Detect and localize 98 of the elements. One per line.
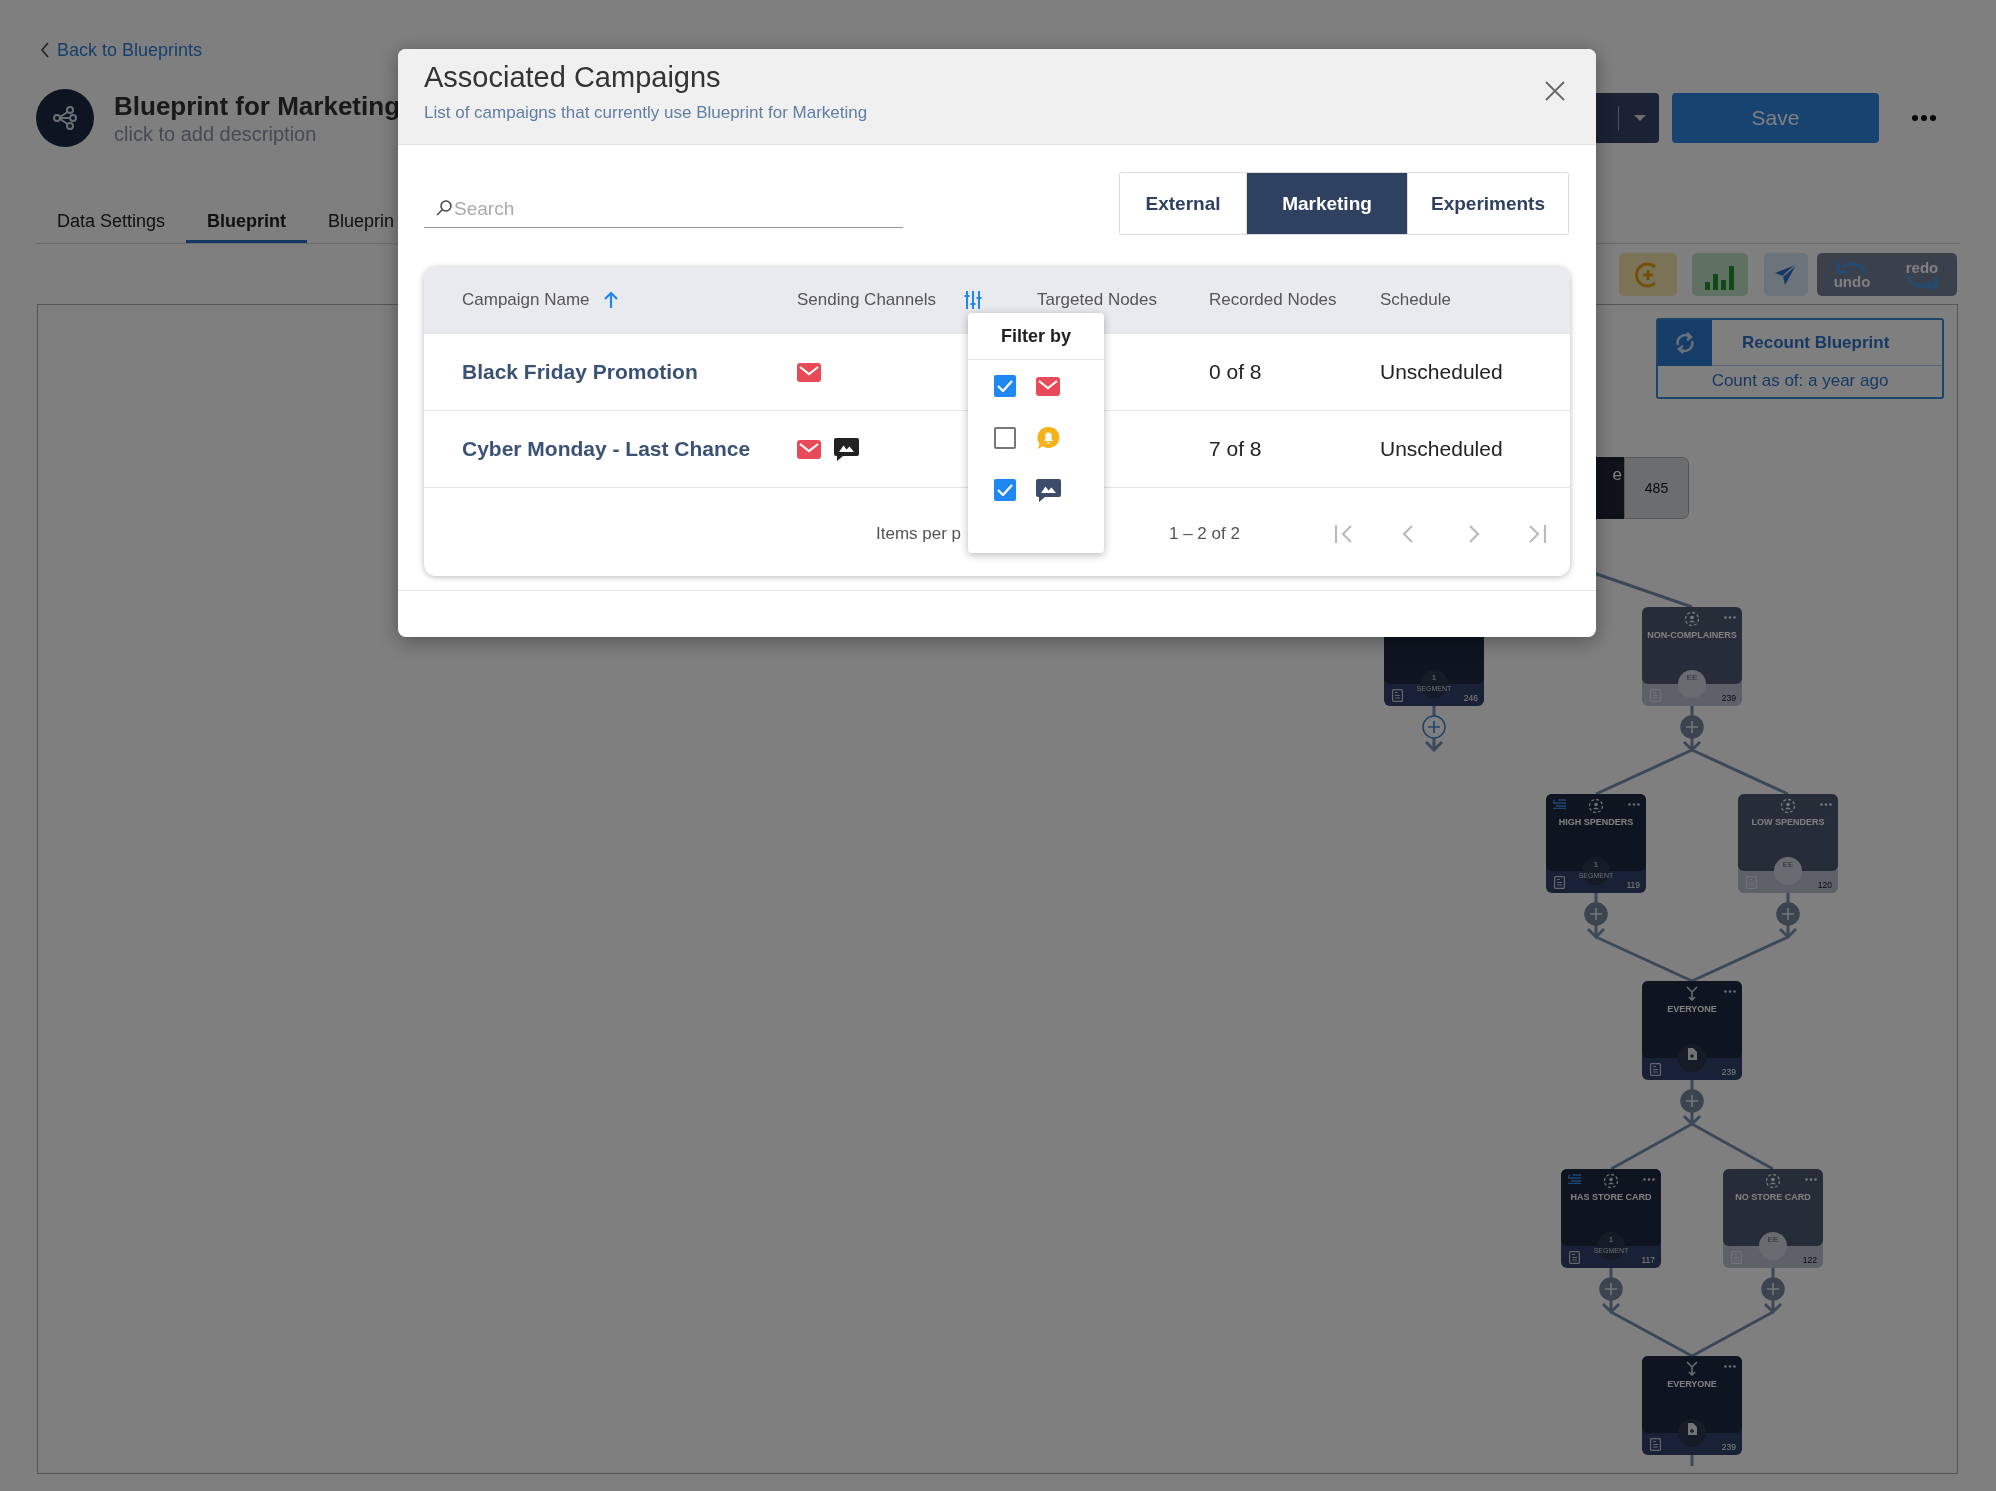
- checkbox[interactable]: [994, 479, 1016, 501]
- tab[interactable]: Data Settings: [36, 199, 187, 243]
- document-icon: [1650, 1438, 1661, 1451]
- chart-button[interactable]: [1692, 253, 1748, 296]
- filter-list-icon: [1568, 1174, 1581, 1184]
- image-message-icon: [1036, 478, 1061, 502]
- table-cell-text: Unscheduled: [1380, 360, 1504, 384]
- node-title: HIGH SPENDERS: [1557, 817, 1635, 827]
- chevron-left-icon[interactable]: [40, 42, 50, 58]
- document-icon: [1392, 689, 1403, 702]
- caret-icon[interactable]: [1633, 114, 1647, 122]
- column-header: Schedule: [1380, 290, 1451, 310]
- node-count: 122: [1802, 1255, 1817, 1265]
- refresh-icon: [1674, 330, 1696, 355]
- target-icon: [1603, 1173, 1619, 1189]
- more-icon[interactable]: [1820, 803, 1832, 806]
- column-header: Sending Channels: [797, 290, 936, 310]
- node-count: 239: [1721, 1067, 1736, 1077]
- checkbox[interactable]: [994, 427, 1016, 449]
- dialog-subtitle: List of campaigns that currently use Blueprint for Marketing: [424, 103, 869, 123]
- filter-icon[interactable]: [963, 290, 982, 310]
- send-icon: [1774, 262, 1798, 287]
- document-badge-icon: [1678, 1044, 1706, 1072]
- undo-arrow-icon: [1835, 260, 1869, 274]
- node-count: 117: [1641, 1255, 1655, 1265]
- send-button[interactable]: [1764, 253, 1808, 296]
- document-badge-icon: [1678, 1419, 1706, 1447]
- add-button[interactable]: [1619, 253, 1677, 296]
- close-icon[interactable]: [1545, 81, 1565, 101]
- document-icon: [1554, 876, 1565, 889]
- email-icon: [797, 439, 821, 459]
- more-icon[interactable]: [1628, 803, 1640, 806]
- node-count: 119: [1626, 880, 1640, 890]
- recount-button[interactable]: Recount Blueprint: [1658, 320, 1942, 366]
- dialog-title: Associated Campaigns: [424, 60, 721, 95]
- merge-icon: [1686, 986, 1698, 1001]
- node-count: 120: [1817, 880, 1832, 890]
- image-message-icon: [834, 437, 859, 461]
- items-per-page-label: Items per p: [876, 523, 962, 544]
- bell-icon: [1036, 426, 1061, 450]
- target-icon: [1588, 798, 1604, 814]
- more-icon[interactable]: [1805, 1178, 1817, 1181]
- more-icon[interactable]: [1724, 990, 1736, 993]
- node-count: 246: [1463, 693, 1478, 703]
- document-icon: [1569, 1251, 1580, 1264]
- add-step-button[interactable]: [1599, 1277, 1623, 1301]
- target-icon: [1780, 798, 1796, 814]
- add-step-button[interactable]: [1680, 1089, 1704, 1113]
- column-header: Targeted Nodes: [1037, 290, 1158, 310]
- redo-button[interactable]: redo: [1887, 253, 1957, 296]
- more-icon[interactable]: [1912, 115, 1936, 121]
- more-icon[interactable]: [1643, 1178, 1655, 1181]
- node-title: EVERYONE: [1666, 1004, 1718, 1014]
- segment-tab[interactable]: Experiments: [1407, 173, 1568, 234]
- add-step-button[interactable]: [1776, 902, 1800, 926]
- table-cell-text: 7 of 8: [1209, 437, 1263, 461]
- node-count: 485: [1624, 457, 1689, 519]
- node-title: EVERYONE: [1666, 1379, 1718, 1389]
- back-link[interactable]: Back to Blueprints: [40, 40, 203, 60]
- search-icon: [436, 200, 452, 216]
- more-icon[interactable]: [1724, 616, 1736, 619]
- node-title: HAS STORE CARD: [1569, 1192, 1653, 1202]
- add-step-button[interactable]: [1680, 715, 1704, 739]
- redo-arrow-icon: [1905, 275, 1939, 289]
- tab[interactable]: Blueprint: [186, 199, 308, 243]
- document-icon: [1650, 1063, 1661, 1076]
- column-header: Campaign Name: [462, 290, 590, 310]
- filter-list-icon: [1553, 799, 1566, 809]
- node-title: NO STORE CARD: [1734, 1192, 1812, 1202]
- node-title: LOW SPENDERS: [1750, 817, 1826, 827]
- node-count: 239: [1721, 1442, 1736, 1452]
- target-icon: [1684, 611, 1700, 627]
- node-count: 239: [1721, 693, 1736, 703]
- blueprint-title: Blueprint for Marketing: [114, 90, 400, 122]
- segment-tab[interactable]: External: [1120, 173, 1246, 234]
- merge-icon: [1686, 1361, 1698, 1376]
- blueprint-icon: [36, 89, 94, 147]
- segment-tab[interactable]: Marketing: [1246, 173, 1407, 234]
- save-button[interactable]: Save: [1672, 93, 1879, 143]
- add-step-button[interactable]: [1584, 902, 1608, 926]
- popup-title: Filter by: [968, 313, 1104, 360]
- search-field[interactable]: Search: [424, 190, 903, 228]
- campaign-link[interactable]: Black Friday Promotion: [462, 360, 797, 384]
- email-icon: [1036, 376, 1060, 396]
- undo-button[interactable]: undo: [1817, 253, 1887, 296]
- column-header: Recorded Nodes: [1209, 290, 1337, 310]
- add-step-button[interactable]: [1422, 715, 1446, 739]
- add-step-button[interactable]: [1761, 1277, 1785, 1301]
- checkbox[interactable]: [994, 375, 1016, 397]
- email-icon: [797, 362, 821, 382]
- count-timestamp: Count as of: a year ago: [1710, 370, 1890, 392]
- page-range: 1 – 2 of 2: [1169, 523, 1241, 544]
- node-title: NON-COMPLAINERS: [1646, 630, 1738, 640]
- table-cell-text: 0 of 8: [1209, 360, 1263, 384]
- sort-arrow-icon[interactable]: [603, 291, 618, 309]
- campaign-link[interactable]: Cyber Monday - Last Chance: [462, 437, 797, 461]
- more-icon[interactable]: [1724, 1365, 1736, 1368]
- target-icon: [1765, 1173, 1781, 1189]
